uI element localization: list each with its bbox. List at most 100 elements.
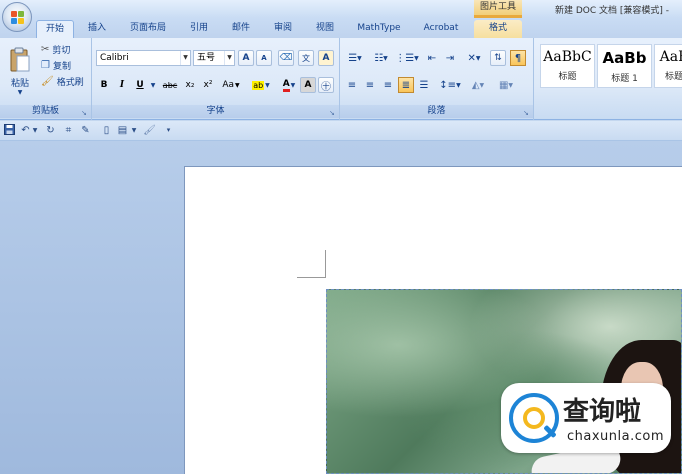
decrease-indent-button[interactable]: ⇤ — [424, 50, 440, 66]
style-heading[interactable]: AaBbC 标题 — [540, 44, 595, 88]
chevron-down-icon: ▼ — [150, 81, 156, 89]
align-center-button[interactable]: ≡ — [362, 77, 378, 93]
bold-button[interactable]: B — [96, 77, 112, 93]
chevron-down-icon: ▼ — [456, 81, 461, 89]
table-icon[interactable]: ▤ — [116, 124, 129, 137]
style-sample: AaBb — [602, 49, 647, 67]
new-document-icon[interactable]: ▯ — [100, 124, 113, 137]
logo-tail — [543, 424, 557, 439]
tab-mailings[interactable]: 邮件 — [224, 20, 258, 38]
crop-icon[interactable]: ⌗ — [62, 124, 75, 137]
redo-icon[interactable]: ↻ — [44, 124, 57, 137]
copy-icon: ❐ — [41, 59, 50, 71]
format-painter-button[interactable]: 🖌 格式刷 — [38, 74, 87, 88]
ribbon-tab-bar: 开始 插入 页面布局 引用 邮件 审阅 视图 MathType Acrobat … — [0, 18, 682, 38]
style-title[interactable]: AaB 标题 — [654, 44, 682, 88]
picture-tools-label: 图片工具 — [474, 0, 522, 18]
italic-button[interactable]: I — [114, 77, 130, 93]
edit-icon[interactable]: ✎ — [79, 124, 92, 137]
justify-icon: ≣ — [401, 79, 411, 91]
site-watermark: 查询啦 chaxunla.com — [501, 383, 671, 453]
clear-formatting-button[interactable]: ⌫ — [278, 50, 294, 66]
superscript-button[interactable]: x² — [200, 77, 216, 93]
phonetic-guide-button[interactable]: 文 — [298, 50, 314, 66]
numbered-list-icon: ☷ — [374, 52, 384, 64]
paste-button[interactable]: 粘贴 ▼ — [4, 42, 36, 100]
font-name-combo[interactable]: Calibri ▼ — [96, 50, 191, 66]
style-heading-1[interactable]: AaBb 标题 1 — [597, 44, 652, 88]
tab-insert[interactable]: 插入 — [80, 20, 114, 38]
sort-button[interactable]: ⇅ — [490, 50, 506, 66]
underline-dropdown[interactable]: ▼ — [149, 77, 157, 93]
underline-button[interactable]: U — [132, 77, 148, 93]
copy-button[interactable]: ❐ 复制 — [38, 58, 74, 72]
tab-acrobat[interactable]: Acrobat — [414, 20, 468, 38]
change-case-icon: Aa — [222, 80, 235, 90]
shrink-font-button[interactable]: A — [256, 50, 272, 66]
quick-access-toolbar: ↶ ▼ ↻ ⌗ ✎ ▯ ▤ ▼ 🖌 ▾ — [0, 121, 682, 141]
dialog-launcher-icon[interactable]: ↘ — [329, 109, 337, 117]
char-border-button[interactable]: A — [318, 50, 334, 66]
chevron-down-icon: ▼ — [265, 81, 270, 89]
search-logo-icon — [509, 393, 559, 443]
justify-button[interactable]: ≣ — [398, 77, 414, 93]
format-painter-icon[interactable]: 🖌 — [143, 124, 156, 137]
line-spacing-button[interactable]: ↕≡ ▼ — [438, 77, 462, 93]
paint-bucket-icon: ◭ — [471, 79, 480, 91]
cut-label: 剪切 — [52, 45, 71, 56]
strikethrough-button[interactable]: abc — [160, 77, 180, 93]
style-sample: AaBbC — [543, 49, 592, 65]
chevron-down-icon: ▼ — [224, 51, 234, 65]
align-right-button[interactable]: ≡ — [380, 77, 396, 93]
char-border-icon: A — [322, 53, 330, 63]
change-case-button[interactable]: Aa ▼ — [218, 77, 244, 93]
enclose-char-button[interactable]: ㊉ — [318, 77, 334, 93]
tab-references[interactable]: 引用 — [182, 20, 216, 38]
office-logo-icon — [11, 11, 25, 25]
paragraph-group-label: 段落 — [340, 105, 533, 118]
brush-icon: 🖌 — [41, 75, 54, 87]
office-button[interactable] — [2, 2, 32, 32]
font-size-combo[interactable]: 五号 ▼ — [193, 50, 235, 66]
asian-layout-button[interactable]: ✕ ▼ — [462, 50, 486, 66]
font-color-button[interactable]: A ▼ — [276, 77, 302, 93]
tab-format[interactable]: 格式 — [474, 20, 522, 38]
font-color-icon: A — [282, 79, 290, 92]
subscript-icon: x₂ — [185, 80, 195, 90]
cut-button[interactable]: ✂ 剪切 — [38, 42, 73, 56]
borders-button[interactable]: ▦ ▼ — [494, 77, 518, 93]
align-left-button[interactable]: ≡ — [344, 77, 360, 93]
tab-review[interactable]: 审阅 — [266, 20, 300, 38]
subscript-button[interactable]: x₂ — [182, 77, 198, 93]
show-marks-button[interactable]: ¶ — [510, 50, 526, 66]
chevron-down-icon[interactable]: ▼ — [130, 124, 138, 137]
bullet-list-icon: ☰ — [348, 52, 358, 64]
tab-mathtype[interactable]: MathType — [350, 20, 408, 38]
shading-button[interactable]: ◭ ▼ — [466, 77, 490, 93]
ribbon: 粘贴 ▼ ✂ 剪切 ❐ 复制 🖌 格式刷 剪贴板 ↘ Calibri ▼ 五号 … — [0, 38, 682, 120]
increase-indent-button[interactable]: ⇥ — [442, 50, 458, 66]
bullets-button[interactable]: ☰ ▼ — [344, 50, 366, 66]
distributed-button[interactable]: ☰ — [416, 77, 432, 93]
dialog-launcher-icon[interactable]: ↘ — [81, 109, 89, 117]
multilevel-list-icon: ⋮☰ — [395, 52, 415, 64]
highlight-button[interactable]: ab ▼ — [248, 77, 274, 93]
border-icon: ▦ — [498, 79, 509, 91]
tab-home[interactable]: 开始 — [36, 20, 74, 38]
customize-qat-icon[interactable]: ▾ — [162, 124, 175, 137]
italic-icon: I — [119, 80, 125, 90]
tab-page-layout[interactable]: 页面布局 — [124, 20, 172, 38]
save-icon[interactable] — [3, 124, 16, 137]
grow-font-button[interactable]: A — [238, 50, 254, 66]
tab-view[interactable]: 视图 — [308, 20, 342, 38]
chevron-down-icon[interactable]: ▼ — [31, 124, 39, 137]
copy-label: 复制 — [52, 61, 71, 72]
style-name: 标题 — [558, 72, 577, 82]
multilevel-list-button[interactable]: ⋮☰ ▼ — [395, 50, 419, 66]
char-shading-button[interactable]: A — [300, 77, 316, 93]
dialog-launcher-icon[interactable]: ↘ — [523, 109, 531, 117]
numbering-button[interactable]: ☷ ▼ — [370, 50, 392, 66]
grow-font-icon: A — [242, 53, 250, 63]
logo-inner-ring — [523, 407, 545, 429]
style-name: 标题 — [664, 72, 682, 82]
